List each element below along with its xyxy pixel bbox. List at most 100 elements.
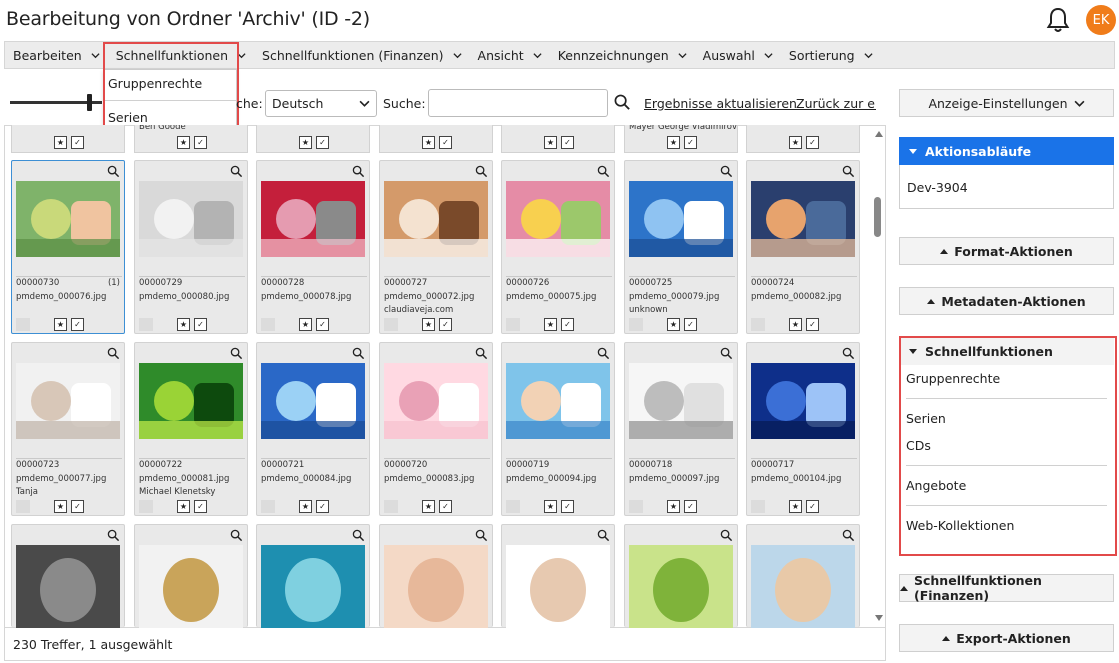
back-link[interactable]: Zurück zur ere — [796, 96, 876, 111]
asset-card-partial[interactable]: ★ ✓ — [501, 125, 615, 153]
menu-5[interactable]: Auswahl — [695, 42, 781, 68]
asset-card[interactable]: 00000718 pmdemo_000097.jpg ★ ✓ — [624, 342, 738, 516]
asset-card[interactable]: 00000723 pmdemo_000077.jpg Tanja ★ ✓ — [11, 342, 125, 516]
asset-card[interactable] — [134, 524, 248, 628]
star-checkbox-icon[interactable]: ★ — [177, 136, 190, 149]
zoom-icon[interactable] — [842, 165, 855, 178]
grid-scrollbar[interactable] — [871, 125, 886, 628]
asset-card[interactable]: 00000717 pmdemo_000104.jpg ★ ✓ — [746, 342, 860, 516]
zoom-icon[interactable] — [352, 347, 365, 360]
asset-card[interactable] — [11, 524, 125, 628]
action-item[interactable]: Dev-3904 — [900, 165, 1113, 209]
check-checkbox-icon[interactable]: ✓ — [194, 318, 207, 331]
asset-thumbnail[interactable] — [384, 545, 488, 628]
metadata-actions-button[interactable]: Metadaten-Aktionen — [899, 287, 1114, 315]
menu-6[interactable]: Sortierung — [781, 42, 881, 68]
search-input[interactable] — [428, 89, 608, 117]
menu-0[interactable]: Bearbeiten — [5, 42, 108, 68]
asset-card[interactable]: 00000727 pmdemo_000072.jpg claudiaveja.com… — [379, 160, 493, 334]
star-checkbox-icon[interactable]: ★ — [54, 500, 67, 513]
star-checkbox-icon[interactable]: ★ — [667, 136, 680, 149]
zoom-icon[interactable] — [230, 347, 243, 360]
asset-card[interactable]: 00000721 pmdemo_000084.jpg ★ ✓ — [256, 342, 370, 516]
zoom-icon[interactable] — [597, 529, 610, 542]
star-checkbox-icon[interactable]: ★ — [54, 318, 67, 331]
asset-thumbnail[interactable] — [139, 181, 243, 257]
check-checkbox-icon[interactable]: ✓ — [684, 136, 697, 149]
asset-thumbnail[interactable] — [751, 181, 855, 257]
quick-functions-panel-header[interactable]: Schnellfunktionen — [899, 337, 1114, 365]
star-checkbox-icon[interactable]: ★ — [177, 318, 190, 331]
star-checkbox-icon[interactable]: ★ — [422, 500, 435, 513]
zoom-icon[interactable] — [230, 165, 243, 178]
menu-1[interactable]: Schnellfunktionen — [108, 42, 254, 68]
zoom-slider-thumb[interactable] — [87, 94, 92, 111]
check-checkbox-icon[interactable]: ✓ — [316, 136, 329, 149]
star-checkbox-icon[interactable]: ★ — [544, 500, 557, 513]
asset-card-partial[interactable]: ★ ✓ — [11, 125, 125, 153]
scroll-down-icon[interactable] — [875, 615, 883, 621]
zoom-icon[interactable] — [475, 165, 488, 178]
check-checkbox-icon[interactable]: ✓ — [806, 500, 819, 513]
asset-card[interactable]: 00000719 pmdemo_000094.jpg ★ ✓ — [501, 342, 615, 516]
zoom-icon[interactable] — [107, 347, 120, 360]
check-checkbox-icon[interactable]: ✓ — [439, 136, 452, 149]
display-settings-button[interactable]: Anzeige-Einstellungen — [899, 89, 1114, 117]
zoom-icon[interactable] — [107, 529, 120, 542]
star-checkbox-icon[interactable]: ★ — [667, 500, 680, 513]
asset-thumbnail[interactable] — [139, 363, 243, 439]
star-checkbox-icon[interactable]: ★ — [544, 318, 557, 331]
check-checkbox-icon[interactable]: ✓ — [439, 500, 452, 513]
asset-thumbnail[interactable] — [506, 181, 610, 257]
zoom-icon[interactable] — [597, 347, 610, 360]
asset-thumbnail[interactable] — [384, 181, 488, 257]
asset-card-partial[interactable]: ★ ✓ — [746, 125, 860, 153]
check-checkbox-icon[interactable]: ✓ — [71, 500, 84, 513]
asset-thumbnail[interactable] — [506, 545, 610, 628]
asset-thumbnail[interactable] — [629, 181, 733, 257]
check-checkbox-icon[interactable]: ✓ — [806, 318, 819, 331]
asset-thumbnail[interactable] — [751, 545, 855, 628]
asset-card[interactable] — [379, 524, 493, 628]
zoom-icon[interactable] — [352, 165, 365, 178]
check-checkbox-icon[interactable]: ✓ — [561, 500, 574, 513]
star-checkbox-icon[interactable]: ★ — [544, 136, 557, 149]
check-checkbox-icon[interactable]: ✓ — [194, 500, 207, 513]
star-checkbox-icon[interactable]: ★ — [54, 136, 67, 149]
asset-card-partial[interactable]: ★ ✓ — [379, 125, 493, 153]
check-checkbox-icon[interactable]: ✓ — [439, 318, 452, 331]
menu-4[interactable]: Kennzeichnungen — [550, 42, 695, 68]
check-checkbox-icon[interactable]: ✓ — [316, 318, 329, 331]
asset-thumbnail[interactable] — [261, 363, 365, 439]
star-checkbox-icon[interactable]: ★ — [667, 318, 680, 331]
export-actions-button[interactable]: Export-Aktionen — [899, 624, 1114, 652]
check-checkbox-icon[interactable]: ✓ — [71, 318, 84, 331]
asset-thumbnail[interactable] — [16, 181, 120, 257]
asset-thumbnail[interactable] — [629, 363, 733, 439]
asset-card-partial[interactable]: ★ ✓ — [256, 125, 370, 153]
star-checkbox-icon[interactable]: ★ — [789, 318, 802, 331]
check-checkbox-icon[interactable]: ✓ — [684, 500, 697, 513]
avatar[interactable]: EK — [1086, 5, 1116, 35]
asset-thumbnail[interactable] — [629, 545, 733, 628]
zoom-icon[interactable] — [720, 347, 733, 360]
menu-3[interactable]: Ansicht — [470, 42, 550, 68]
format-actions-button[interactable]: Format-Aktionen — [899, 237, 1114, 265]
asset-thumbnail[interactable] — [751, 363, 855, 439]
bell-icon[interactable] — [1044, 6, 1072, 34]
asset-card[interactable]: 00000720 pmdemo_000083.jpg ★ ✓ — [379, 342, 493, 516]
zoom-icon[interactable] — [720, 529, 733, 542]
star-checkbox-icon[interactable]: ★ — [789, 136, 802, 149]
zoom-icon[interactable] — [842, 347, 855, 360]
asset-card-partial[interactable]: Ben Goode ★ ✓ — [134, 125, 248, 153]
check-checkbox-icon[interactable]: ✓ — [806, 136, 819, 149]
asset-card[interactable] — [746, 524, 860, 628]
zoom-icon[interactable] — [352, 529, 365, 542]
asset-card[interactable]: 00000722 pmdemo_000081.jpg Michael Klenets… — [134, 342, 248, 516]
asset-card[interactable]: 00000730 (1) pmdemo_000076.jpg ★ ✓ — [11, 160, 125, 334]
actions-panel-header[interactable]: Aktionsabläufe — [899, 137, 1114, 165]
dropdown-item[interactable]: Gruppenrechte — [104, 70, 236, 97]
asset-card[interactable]: 00000726 pmdemo_000075.jpg ★ ✓ — [501, 160, 615, 334]
zoom-icon[interactable] — [597, 165, 610, 178]
star-checkbox-icon[interactable]: ★ — [299, 318, 312, 331]
